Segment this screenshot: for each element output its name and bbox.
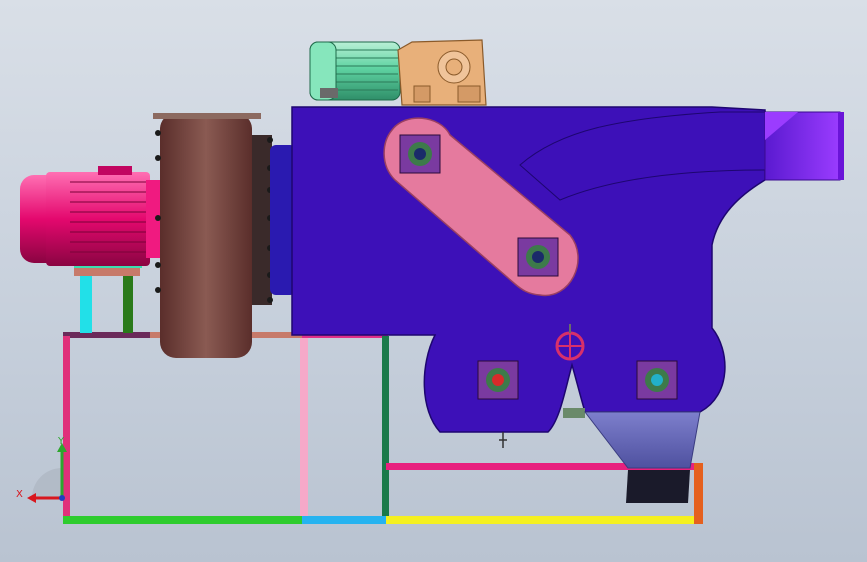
frame-right-post[interactable] [382, 336, 389, 524]
valve-bracket [563, 408, 585, 418]
outlet-duct-flange [838, 112, 844, 180]
triad-y-label: Y [58, 436, 65, 447]
motor-stand-leg-front[interactable] [80, 275, 92, 333]
outlet-duct[interactable] [764, 111, 844, 181]
fan-top-rim [153, 113, 261, 119]
bearing-upper-shaft [414, 148, 426, 160]
frame-bottom-beam-mid[interactable] [302, 516, 388, 524]
assembly-drawing[interactable] [0, 0, 867, 562]
hopper-outlet [626, 470, 690, 503]
triad-x-arrow [27, 493, 36, 503]
drain-fitting [499, 432, 507, 448]
gearbox-foot-right [457, 85, 481, 103]
gearbox[interactable] [397, 39, 487, 106]
motor-stand-leg-rear[interactable] [123, 275, 133, 333]
frame-end-post[interactable] [694, 463, 703, 524]
fan-disc[interactable] [160, 113, 252, 358]
hopper-cone[interactable] [583, 411, 701, 469]
cad-viewport[interactable]: Y X [0, 0, 867, 562]
fan-wheel[interactable] [153, 113, 296, 358]
triad-z-axis [59, 495, 65, 501]
gearbox-output-shaft [445, 58, 463, 76]
gear-motor[interactable] [309, 41, 401, 101]
bearing-middle[interactable] [517, 237, 559, 277]
frame-bottom-beam-right[interactable] [386, 516, 702, 524]
bearing-upper[interactable] [399, 134, 441, 174]
triad-x-label: X [16, 489, 23, 500]
frame-bottom-beam-left[interactable] [63, 516, 303, 524]
bearing-middle-shaft [532, 251, 544, 263]
bearing-lower-left[interactable] [477, 360, 519, 400]
frame-left-post[interactable] [63, 336, 70, 524]
bearing-lower-right[interactable] [636, 360, 678, 400]
bearing-lower-left-shaft [492, 374, 504, 386]
view-triad[interactable] [27, 443, 67, 503]
gearbox-foot [413, 85, 431, 103]
frame-middle-post[interactable] [300, 338, 308, 524]
discharge-hopper[interactable] [583, 411, 701, 503]
gear-motor-foot [320, 88, 338, 98]
triad-plane [32, 468, 62, 498]
fan-motor-terminal-box [98, 166, 132, 175]
bearing-lower-right-shaft [651, 374, 663, 386]
fan-motor[interactable] [20, 166, 160, 266]
